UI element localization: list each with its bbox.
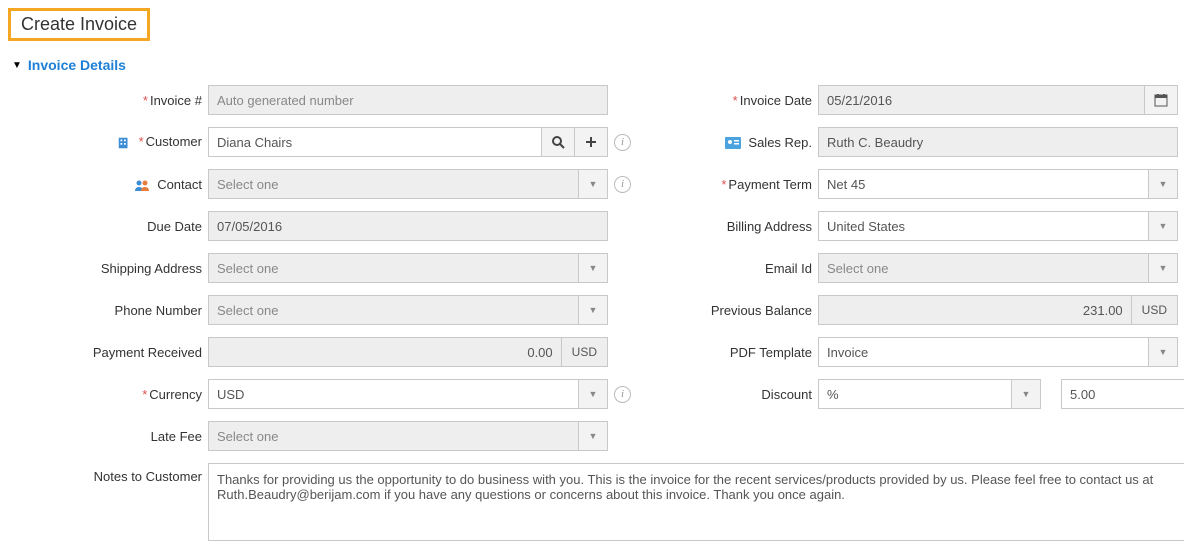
contact-dropdown-button[interactable]: ▼: [578, 169, 608, 199]
discount-label: Discount: [648, 387, 818, 402]
billing-address-select[interactable]: [818, 211, 1149, 241]
chevron-down-icon: ▼: [1159, 179, 1168, 189]
page-title: Create Invoice: [8, 8, 150, 41]
sales-rep-label: Sales Rep.: [648, 135, 818, 150]
late-fee-select[interactable]: [208, 421, 579, 451]
email-id-dropdown-button[interactable]: ▼: [1148, 253, 1178, 283]
payment-received-label: Payment Received: [8, 345, 208, 360]
discount-type-select[interactable]: [818, 379, 1012, 409]
currency-select[interactable]: [208, 379, 579, 409]
search-icon: [551, 135, 565, 149]
currency-dropdown-button[interactable]: ▼: [578, 379, 608, 409]
phone-number-label: Phone Number: [8, 303, 208, 318]
due-date-input: [208, 211, 608, 241]
previous-balance-label: Previous Balance: [648, 303, 818, 318]
chevron-down-icon: ▼: [589, 431, 598, 441]
pdf-template-dropdown-button[interactable]: ▼: [1148, 337, 1178, 367]
chevron-down-icon: ▼: [589, 263, 598, 273]
notes-label: Notes to Customer: [8, 463, 208, 541]
billing-address-dropdown-button[interactable]: ▼: [1148, 211, 1178, 241]
shipping-address-select[interactable]: [208, 253, 579, 283]
pdf-template-select[interactable]: [818, 337, 1149, 367]
customer-input[interactable]: [208, 127, 542, 157]
chevron-down-icon: ▼: [1159, 221, 1168, 231]
invoice-no-label: *Invoice #: [8, 93, 208, 108]
chevron-down-icon: ▼: [1159, 263, 1168, 273]
calendar-icon: [1154, 93, 1168, 107]
pdf-template-label: PDF Template: [648, 345, 818, 360]
building-icon: [117, 136, 131, 150]
shipping-address-dropdown-button[interactable]: ▼: [578, 253, 608, 283]
id-card-icon: [725, 137, 741, 149]
chevron-down-icon: ▼: [1022, 389, 1031, 399]
chevron-down-icon: ▼: [589, 389, 598, 399]
phone-number-dropdown-button[interactable]: ▼: [578, 295, 608, 325]
invoice-no-input: [208, 85, 608, 115]
phone-number-select[interactable]: [208, 295, 579, 325]
info-icon[interactable]: i: [614, 386, 631, 403]
billing-address-label: Billing Address: [648, 219, 818, 234]
due-date-label: Due Date: [8, 219, 208, 234]
payment-term-select[interactable]: [818, 169, 1149, 199]
sales-rep-input: [818, 127, 1178, 157]
contact-label: Contact: [8, 177, 208, 192]
invoice-details-header[interactable]: ▼ Invoice Details: [12, 57, 1176, 73]
late-fee-label: Late Fee: [8, 429, 208, 444]
shipping-address-label: Shipping Address: [8, 261, 208, 276]
chevron-down-icon: ▼: [589, 179, 598, 189]
plus-icon: [585, 136, 597, 148]
chevron-down-icon: ▼: [12, 60, 22, 71]
currency-label: *Currency: [8, 387, 208, 402]
customer-search-button[interactable]: [541, 127, 575, 157]
previous-balance-input: [818, 295, 1132, 325]
info-icon[interactable]: i: [614, 134, 631, 151]
payment-received-unit: USD: [561, 337, 608, 367]
customer-label: *Customer: [8, 134, 208, 150]
invoice-date-label: *Invoice Date: [648, 93, 818, 108]
invoice-date-input[interactable]: [818, 85, 1145, 115]
payment-term-dropdown-button[interactable]: ▼: [1148, 169, 1178, 199]
discount-type-dropdown-button[interactable]: ▼: [1011, 379, 1041, 409]
notes-textarea[interactable]: [208, 463, 1184, 541]
discount-value-input[interactable]: [1061, 379, 1184, 409]
previous-balance-unit: USD: [1131, 295, 1178, 325]
chevron-down-icon: ▼: [1159, 347, 1168, 357]
payment-received-input: [208, 337, 562, 367]
customer-add-button[interactable]: [574, 127, 608, 157]
info-icon[interactable]: i: [614, 176, 631, 193]
email-id-select[interactable]: [818, 253, 1149, 283]
section-title: Invoice Details: [28, 57, 126, 73]
email-id-label: Email Id: [648, 261, 818, 276]
calendar-button[interactable]: [1144, 85, 1178, 115]
late-fee-dropdown-button[interactable]: ▼: [578, 421, 608, 451]
chevron-down-icon: ▼: [589, 305, 598, 315]
people-icon: [134, 179, 150, 191]
payment-term-label: *Payment Term: [648, 177, 818, 192]
contact-select[interactable]: [208, 169, 579, 199]
